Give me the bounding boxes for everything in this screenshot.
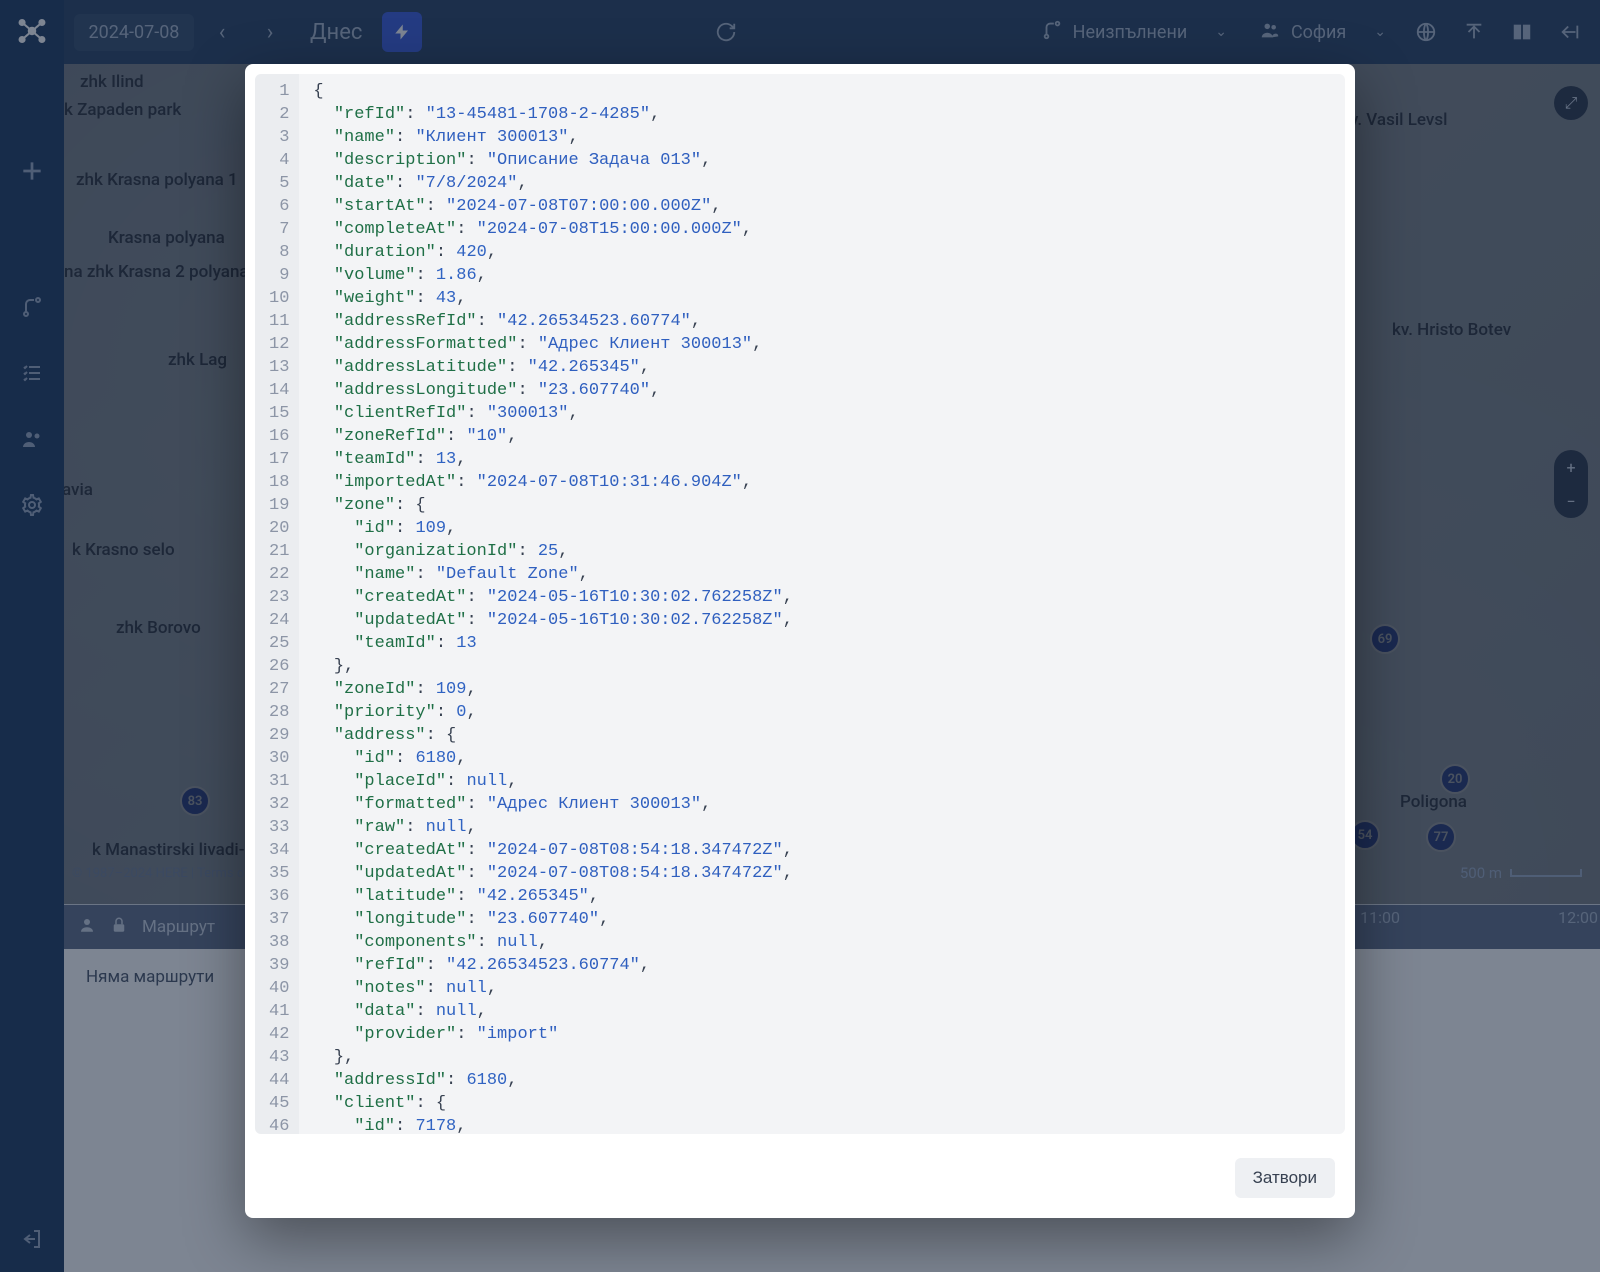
code-gutter: 1234567891011121314151617181920212223242… bbox=[255, 74, 299, 1134]
json-viewer-modal: 1234567891011121314151617181920212223242… bbox=[245, 64, 1355, 1218]
close-button[interactable]: Затвори bbox=[1235, 1158, 1335, 1198]
code-content: { "refId": "13-45481-1708-2-4285", "name… bbox=[299, 74, 1345, 1134]
modal-overlay[interactable]: 1234567891011121314151617181920212223242… bbox=[0, 0, 1600, 1272]
code-viewer[interactable]: 1234567891011121314151617181920212223242… bbox=[255, 74, 1345, 1134]
